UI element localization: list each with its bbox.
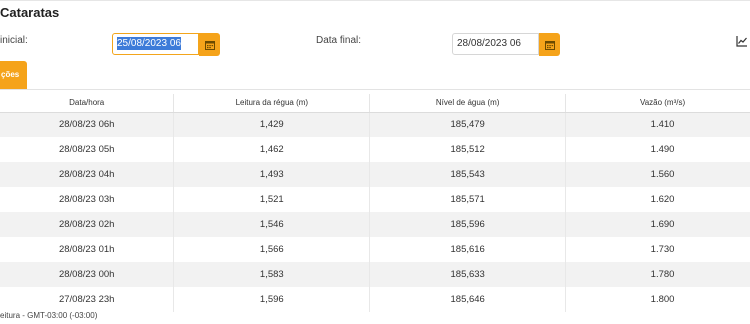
cell-flow: 1.490 <box>565 137 750 162</box>
start-date-label: inicial: <box>0 35 28 46</box>
start-date-value: 25/08/2023 06 <box>117 37 181 50</box>
start-date-calendar-button[interactable] <box>199 33 220 56</box>
cell-water-level: 185,596 <box>369 212 567 237</box>
cell-datetime: 28/08/23 05h <box>0 137 175 162</box>
column-header-flow[interactable]: Vazão (m³/s) <box>565 94 750 113</box>
table-row: 28/08/23 06h 1,429 185,479 1.410 <box>0 112 750 137</box>
tab-observacoes[interactable]: ções <box>0 61 27 89</box>
cell-datetime: 28/08/23 04h <box>0 162 175 187</box>
top-divider <box>0 0 750 1</box>
cell-ruler-reading: 1,546 <box>173 212 371 237</box>
cell-datetime: 27/08/23 23h <box>0 287 175 312</box>
table-row: 28/08/23 00h 1,583 185,633 1.780 <box>0 262 750 287</box>
cell-flow: 1.410 <box>565 112 750 137</box>
cell-water-level: 185,633 <box>369 262 567 287</box>
cell-datetime: 28/08/23 00h <box>0 262 175 287</box>
cell-ruler-reading: 1,566 <box>173 237 371 262</box>
calendar-icon <box>544 40 555 50</box>
column-header-ruler-reading[interactable]: Leitura da régua (m) <box>173 94 371 113</box>
cell-datetime: 28/08/23 03h <box>0 187 175 212</box>
cell-flow: 1.620 <box>565 187 750 212</box>
cell-water-level: 185,571 <box>369 187 567 212</box>
column-header-datetime[interactable]: Data/hora <box>0 94 175 113</box>
calendar-icon <box>204 40 215 50</box>
table-row: 28/08/23 03h 1,521 185,571 1.620 <box>0 187 750 212</box>
cell-water-level: 185,512 <box>369 137 567 162</box>
cell-ruler-reading: 1,429 <box>173 112 371 137</box>
cell-ruler-reading: 1,521 <box>173 187 371 212</box>
table-row: 28/08/23 01h 1,566 185,616 1.730 <box>0 237 750 262</box>
cell-flow: 1.730 <box>565 237 750 262</box>
end-date-input[interactable]: 28/08/2023 06 <box>452 33 539 55</box>
end-date-label: Data final: <box>316 35 362 46</box>
line-chart-icon[interactable] <box>736 35 748 47</box>
start-date-input[interactable]: 25/08/2023 06 <box>112 33 199 55</box>
cell-ruler-reading: 1,583 <box>173 262 371 287</box>
cell-water-level: 185,479 <box>369 112 567 137</box>
cell-water-level: 185,646 <box>369 287 567 312</box>
timezone-footnote: eitura - GMT-03:00 (-03:00) <box>0 311 98 320</box>
cell-flow: 1.780 <box>565 262 750 287</box>
column-header-water-level[interactable]: Nível de água (m) <box>369 94 567 113</box>
cell-flow: 1.690 <box>565 212 750 237</box>
cell-ruler-reading: 1,462 <box>173 137 371 162</box>
cell-water-level: 185,543 <box>369 162 567 187</box>
table-row: 28/08/23 05h 1,462 185,512 1.490 <box>0 137 750 162</box>
cell-ruler-reading: 1,596 <box>173 287 371 312</box>
cell-datetime: 28/08/23 06h <box>0 112 175 137</box>
end-date-calendar-button[interactable] <box>539 33 560 56</box>
data-table: Data/hora Leitura da régua (m) Nível de … <box>0 94 750 312</box>
cell-flow: 1.560 <box>565 162 750 187</box>
cell-water-level: 185,616 <box>369 237 567 262</box>
page-title: Cataratas <box>0 5 60 20</box>
table-header-row: Data/hora Leitura da régua (m) Nível de … <box>0 94 750 113</box>
cell-ruler-reading: 1,493 <box>173 162 371 187</box>
cell-flow: 1.800 <box>565 287 750 312</box>
table-row: 28/08/23 02h 1,546 185,596 1.690 <box>0 212 750 237</box>
cell-datetime: 28/08/23 02h <box>0 212 175 237</box>
tab-divider <box>0 89 750 90</box>
table-row: 27/08/23 23h 1,596 185,646 1.800 <box>0 287 750 312</box>
cell-datetime: 28/08/23 01h <box>0 237 175 262</box>
table-row: 28/08/23 04h 1,493 185,543 1.560 <box>0 162 750 187</box>
